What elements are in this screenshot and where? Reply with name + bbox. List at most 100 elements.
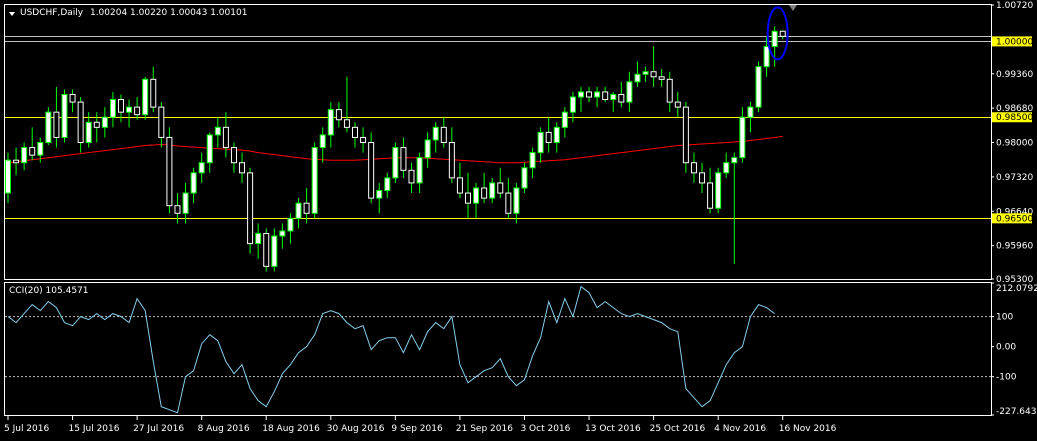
candle-body (602, 91, 609, 101)
candle-body (586, 91, 593, 98)
candle (456, 162, 463, 199)
candle-body (674, 101, 681, 108)
candle (360, 127, 367, 153)
candle (707, 167, 714, 214)
candle (319, 127, 326, 163)
cci-polyline (7, 285, 775, 414)
candle-body (448, 142, 455, 179)
candle-body (29, 147, 36, 156)
time-tick-label: 4 Nov 2016 (714, 424, 766, 434)
cci-tick-label: -100 (996, 373, 1017, 383)
candle-body (440, 126, 447, 144)
candle (126, 99, 133, 128)
candle-body (360, 136, 367, 144)
candle (545, 117, 552, 153)
candle-body (755, 66, 762, 108)
candle-body (432, 126, 439, 141)
candle (779, 30, 786, 40)
candle-body (682, 106, 689, 164)
candle (715, 167, 722, 214)
candle-body (198, 162, 205, 174)
candle-body (126, 106, 133, 113)
candle-body (763, 45, 770, 68)
main-panel-frame (4, 4, 992, 280)
candle-body (5, 159, 11, 194)
candle-body (13, 159, 20, 164)
time-tick-label: 13 Oct 2016 (585, 424, 641, 434)
candle-body (577, 91, 584, 98)
candle-body (690, 162, 697, 174)
candle (497, 167, 504, 199)
candle (287, 213, 294, 244)
candle (101, 107, 108, 138)
candle (311, 142, 318, 219)
candle-body (287, 217, 294, 232)
cci-axis: 212.0792 100 0.00 -100 -227.6436 (991, 282, 1037, 417)
candle-body (247, 172, 254, 245)
candle-body (416, 157, 423, 184)
candle (182, 182, 189, 224)
cci-tick-label: 100 (996, 313, 1013, 323)
candle (400, 137, 407, 178)
candle-body (626, 81, 633, 103)
candle (699, 162, 706, 194)
time-tick-label: 15 Jul 2016 (69, 424, 120, 434)
chart-shift-marker-icon[interactable] (789, 5, 797, 11)
candle-body (497, 182, 504, 194)
candle-body (481, 187, 488, 199)
candle (327, 102, 334, 148)
candle (440, 117, 447, 148)
time-tick-label: 9 Sep 2016 (391, 424, 443, 434)
cci-tick-label: -227.6436 (996, 407, 1037, 417)
price-tick-label: 0.99360 (996, 70, 1033, 80)
candle-body (473, 187, 480, 204)
candle-body (723, 162, 730, 174)
candle-body (642, 71, 649, 75)
candle (424, 132, 431, 168)
candle (586, 86, 593, 103)
candle-body (190, 172, 197, 194)
time-tick-label: 16 Nov 2016 (779, 424, 837, 434)
price-axis: 1.007200.993600.986800.980000.973200.966… (991, 1, 1033, 285)
candle-body (610, 93, 617, 101)
candle (666, 71, 673, 113)
candle (602, 86, 609, 103)
time-tick-label: 25 Oct 2016 (650, 424, 706, 434)
candle-body (424, 139, 431, 159)
candle (473, 182, 480, 219)
candle (513, 182, 520, 224)
time-tick-label: 27 Jul 2016 (133, 424, 184, 434)
candle-body (255, 233, 262, 245)
candle (158, 102, 165, 148)
candle-body (699, 172, 706, 184)
candle (553, 122, 560, 153)
candle-body (93, 121, 100, 128)
candle-body (303, 202, 310, 214)
candle (416, 152, 423, 194)
candle (521, 162, 528, 194)
candle-body (239, 162, 246, 174)
candle-body (489, 182, 496, 199)
candle (464, 172, 471, 219)
candle (247, 167, 254, 254)
time-tick-label: 30 Aug 2016 (327, 424, 385, 434)
candle-body (150, 78, 157, 108)
dropdown-triangle-icon[interactable] (9, 12, 15, 16)
candle (271, 228, 278, 272)
candle (723, 152, 730, 178)
candle (682, 102, 689, 173)
candle (577, 86, 584, 113)
candle-body (731, 157, 738, 164)
candle (658, 69, 665, 87)
candle-body (569, 96, 576, 113)
candle (489, 177, 496, 204)
candle-body (464, 192, 471, 204)
candle (134, 97, 141, 120)
candle (674, 91, 681, 118)
candle (263, 228, 270, 272)
candle-body (561, 111, 568, 128)
candle-body (343, 119, 350, 128)
candle (206, 132, 213, 173)
candle (771, 26, 778, 67)
time-tick-label: 8 Aug 2016 (198, 424, 250, 434)
